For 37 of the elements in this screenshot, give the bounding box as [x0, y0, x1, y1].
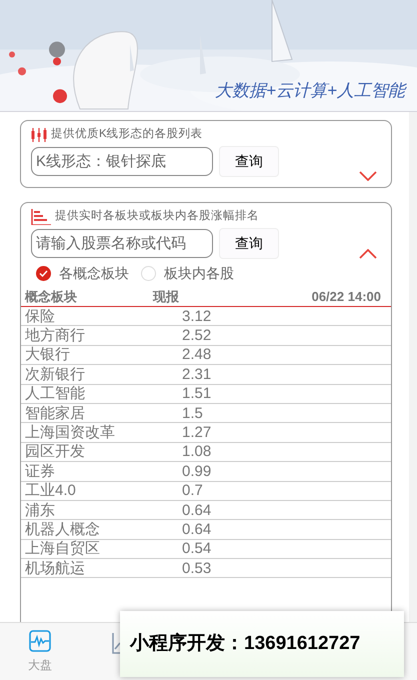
table-cell-text: 工业4.0 — [25, 483, 77, 498]
radio-label: 板块内各股 — [164, 264, 234, 282]
table-cell-text: 1.51 — [182, 386, 212, 402]
column-header: 06/22 14:00 — [310, 288, 382, 306]
table-cell-text: 3.12 — [182, 308, 212, 324]
table-cell-text: 大银行 — [25, 347, 71, 362]
table-cell-text: 浦东 — [25, 502, 56, 518]
table-cell-text: 0.99 — [182, 464, 212, 479]
table-cell-text: 1.5 — [182, 406, 204, 421]
radio-label: 各概念板块 — [59, 264, 129, 282]
table-cell-text: 0.64 — [182, 522, 212, 537]
card-description: 提供优质K线形态的各股列表 — [51, 126, 203, 142]
table-cell-text: 0.64 — [182, 502, 212, 518]
table-cell-text: 0.53 — [182, 560, 212, 576]
table-cell-text: 地方商行 — [25, 328, 86, 344]
table-cell-text: 园区开发 — [25, 444, 86, 460]
table-cell-text: 上海国资改革 — [25, 425, 116, 440]
table-cell-text: 2.31 — [182, 366, 212, 382]
card-description: 提供实时各板块或板块内各股涨幅排名 — [55, 208, 259, 224]
table-cell-text: 1.27 — [182, 425, 212, 440]
table-cell-text: 机场航运 — [25, 560, 86, 576]
table-cell-text: 证券 — [25, 464, 56, 479]
table-cell-text: 保险 — [25, 308, 56, 324]
banner-slogan: 大数据+云计算+人工智能 — [215, 80, 405, 102]
table-cell-text: 0.7 — [182, 483, 204, 498]
column-header: 现报 — [153, 288, 180, 306]
table-cell-text: 1.08 — [182, 444, 212, 460]
table-cell-text: 机器人概念 — [25, 522, 101, 537]
table-cell-text: 2.52 — [182, 328, 212, 344]
table-cell-text: 2.48 — [182, 347, 212, 362]
table-cell-text: 人工智能 — [25, 386, 86, 402]
contact-toast: 小程序开发：13691612727 — [120, 611, 404, 677]
column-header: 概念板块 — [25, 288, 78, 306]
table-cell-text: 上海自贸区 — [25, 541, 101, 556]
table-cell-text: 次新银行 — [25, 366, 86, 382]
table-cell-text: 0.54 — [182, 541, 212, 556]
table-cell-text: 智能家居 — [25, 406, 86, 421]
